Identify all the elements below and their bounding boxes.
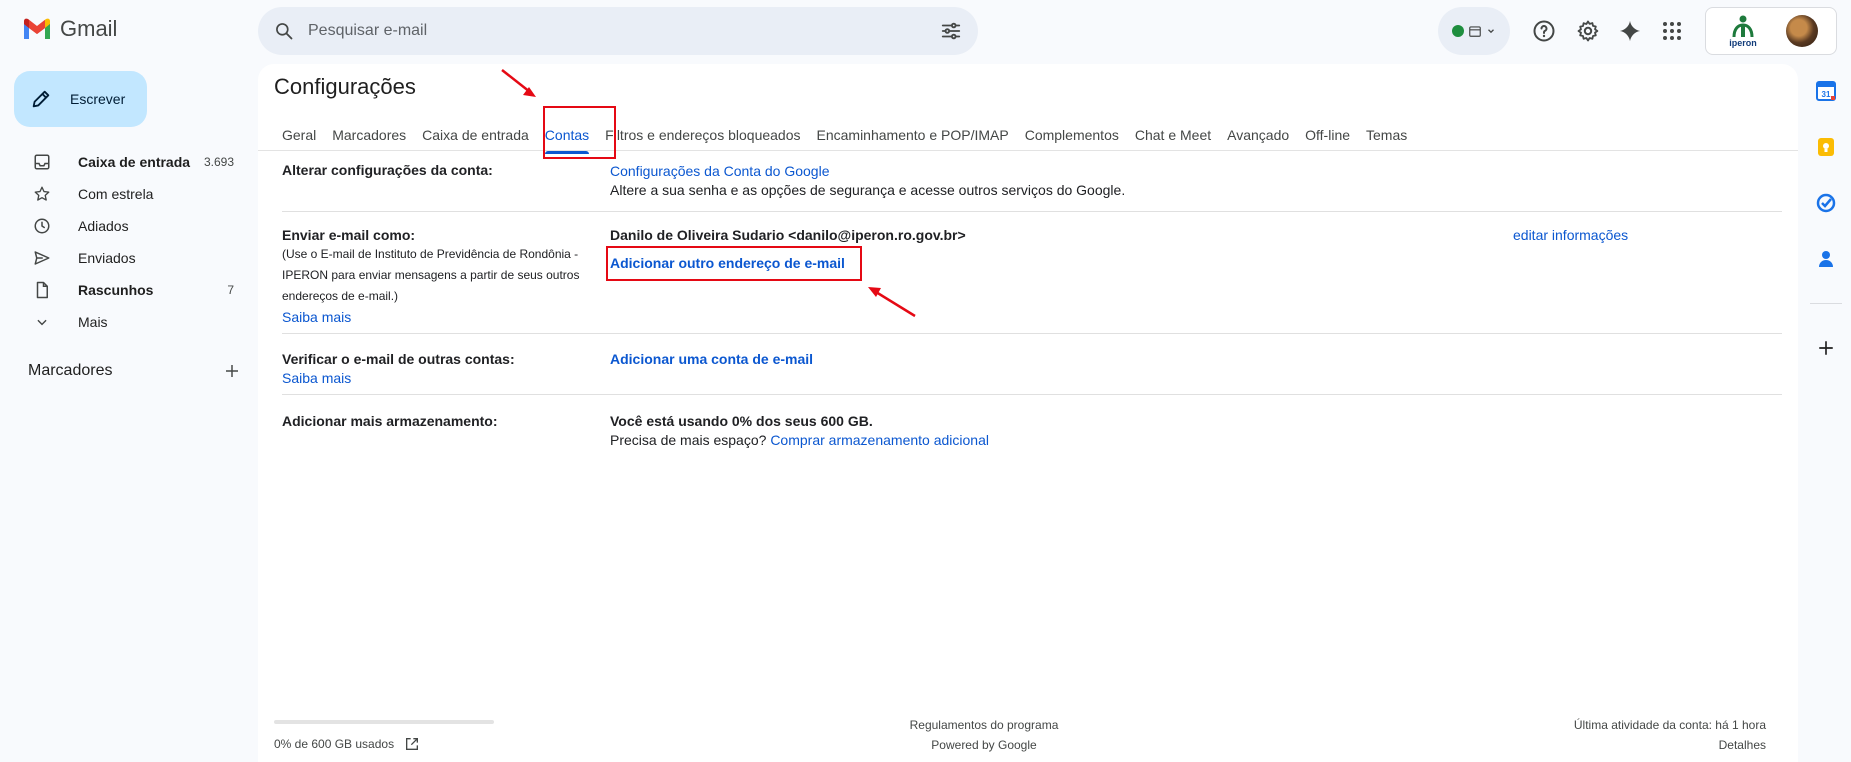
arrow-to-accounts-tab xyxy=(501,69,531,93)
arrow-to-add-email xyxy=(875,290,916,318)
annotation-arrows xyxy=(501,69,916,318)
